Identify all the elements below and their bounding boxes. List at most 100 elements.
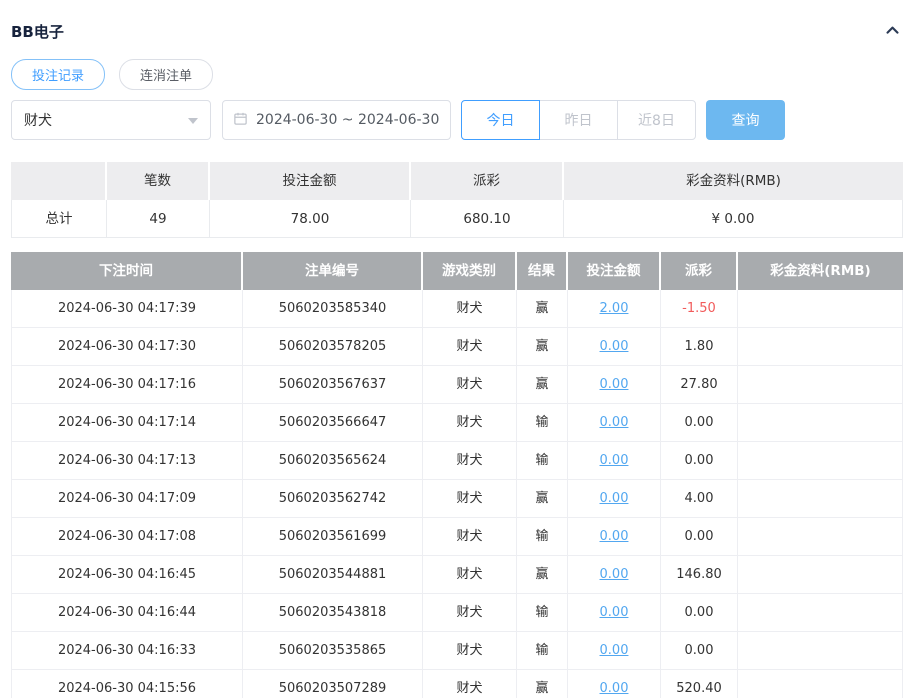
cell-bet-number: 5060203578205 — [243, 328, 423, 366]
cell-payout: 0.00 — [661, 594, 738, 632]
cell-result: 赢 — [517, 328, 568, 366]
search-button[interactable]: 查询 — [706, 100, 785, 140]
records-table-header: 下注时间 注单编号 游戏类别 结果 投注金额 派彩 彩金资料(RMB) — [11, 252, 903, 290]
tab-bet-records[interactable]: 投注记录 — [11, 59, 106, 90]
cell-game-type: 财犬 — [423, 366, 517, 404]
cell-payout: -1.50 — [661, 290, 738, 328]
cell-bonus — [738, 480, 903, 518]
cell-bonus — [738, 632, 903, 670]
cell-result: 赢 — [517, 556, 568, 594]
table-row: 2024-06-30 04:15:56 5060203507289 财犬 赢 0… — [11, 670, 903, 698]
quick-range-yesterday-button[interactable]: 昨日 — [539, 100, 618, 140]
bet-amount-link[interactable]: 2.00 — [600, 301, 629, 316]
cell-bet-amount: 0.00 — [568, 366, 661, 404]
bet-amount-link[interactable]: 0.00 — [600, 681, 629, 696]
table-row: 2024-06-30 04:17:09 5060203562742 财犬 赢 0… — [11, 480, 903, 518]
bet-amount-link[interactable]: 0.00 — [600, 377, 629, 392]
cell-bet-time: 2024-06-30 04:17:08 — [11, 518, 243, 556]
cell-bet-time: 2024-06-30 04:16:33 — [11, 632, 243, 670]
records-header-bet-time: 下注时间 — [11, 252, 243, 290]
summary-total-bonus: ¥ 0.00 — [564, 200, 903, 238]
date-range-value: 2024-06-30 ~ 2024-06-30 — [256, 112, 440, 128]
bet-amount-link[interactable]: 0.00 — [600, 605, 629, 620]
cell-game-type: 财犬 — [423, 632, 517, 670]
summary-header-payout: 派彩 — [411, 162, 564, 200]
cell-bonus — [738, 366, 903, 404]
records-table: 下注时间 注单编号 游戏类别 结果 投注金额 派彩 彩金资料(RMB) 2024… — [11, 252, 903, 698]
filter-bar: 财犬 2024-06-30 ~ 2024-06-30 今日 昨日 近8日 查询 — [11, 100, 903, 140]
quick-range-today-button[interactable]: 今日 — [461, 100, 540, 140]
cell-bet-time: 2024-06-30 04:16:44 — [11, 594, 243, 632]
cell-bonus — [738, 442, 903, 480]
cell-bonus — [738, 518, 903, 556]
summary-table-header: 笔数 投注金额 派彩 彩金资料(RMB) — [11, 162, 903, 200]
bet-amount-link[interactable]: 0.00 — [600, 643, 629, 658]
summary-total-count: 49 — [107, 200, 210, 238]
records-header-result: 结果 — [517, 252, 568, 290]
cell-result: 输 — [517, 442, 568, 480]
cell-result: 输 — [517, 518, 568, 556]
table-row: 2024-06-30 04:17:39 5060203585340 财犬 赢 2… — [11, 290, 903, 328]
cell-payout: 520.40 — [661, 670, 738, 698]
collapse-button[interactable] — [882, 22, 903, 42]
bet-amount-link[interactable]: 0.00 — [600, 567, 629, 582]
cell-game-type: 财犬 — [423, 404, 517, 442]
cell-payout: 27.80 — [661, 366, 738, 404]
bet-amount-link[interactable]: 0.00 — [600, 339, 629, 354]
cell-bet-number: 5060203535865 — [243, 632, 423, 670]
records-header-bet-amount: 投注金额 — [568, 252, 661, 290]
cell-payout: 0.00 — [661, 632, 738, 670]
table-row: 2024-06-30 04:16:33 5060203535865 财犬 输 0… — [11, 632, 903, 670]
cell-game-type: 财犬 — [423, 290, 517, 328]
cell-bet-number: 5060203565624 — [243, 442, 423, 480]
cell-game-type: 财犬 — [423, 670, 517, 698]
cell-bet-number: 5060203585340 — [243, 290, 423, 328]
cell-bet-amount: 0.00 — [568, 328, 661, 366]
bet-amount-link[interactable]: 0.00 — [600, 491, 629, 506]
tab-cancelled-bets[interactable]: 连消注单 — [119, 59, 214, 90]
records-table-body: 2024-06-30 04:17:39 5060203585340 财犬 赢 2… — [11, 290, 903, 698]
quick-range-last8days-button[interactable]: 近8日 — [617, 100, 696, 140]
chevron-up-icon — [884, 26, 901, 42]
bet-records-panel: BB电子 投注记录 连消注单 财犬 2024-06-30 ~ 2024-06-3… — [0, 0, 914, 698]
cell-bonus — [738, 328, 903, 366]
cell-result: 输 — [517, 594, 568, 632]
cell-bet-amount: 0.00 — [568, 442, 661, 480]
quick-range-group: 今日 昨日 近8日 — [461, 100, 696, 140]
cell-bonus — [738, 404, 903, 442]
cell-bonus — [738, 670, 903, 698]
cell-result: 输 — [517, 404, 568, 442]
summary-header-count: 笔数 — [107, 162, 210, 200]
cell-result: 赢 — [517, 366, 568, 404]
cell-result: 输 — [517, 632, 568, 670]
cell-bet-amount: 2.00 — [568, 290, 661, 328]
bet-amount-link[interactable]: 0.00 — [600, 415, 629, 430]
bet-amount-link[interactable]: 0.00 — [600, 529, 629, 544]
calendar-icon — [233, 111, 248, 130]
summary-total-row: 总计 49 78.00 680.10 ¥ 0.00 — [11, 200, 903, 238]
cell-bet-amount: 0.00 — [568, 670, 661, 698]
cell-bet-number: 5060203544881 — [243, 556, 423, 594]
cell-bonus — [738, 556, 903, 594]
date-range-picker[interactable]: 2024-06-30 ~ 2024-06-30 — [222, 100, 451, 140]
cell-bet-number: 5060203561699 — [243, 518, 423, 556]
cell-bet-time: 2024-06-30 04:16:45 — [11, 556, 243, 594]
cell-bet-time: 2024-06-30 04:17:14 — [11, 404, 243, 442]
cell-payout: 0.00 — [661, 442, 738, 480]
table-row: 2024-06-30 04:16:44 5060203543818 财犬 输 0… — [11, 594, 903, 632]
table-row: 2024-06-30 04:16:45 5060203544881 财犬 赢 0… — [11, 556, 903, 594]
cell-bet-time: 2024-06-30 04:17:09 — [11, 480, 243, 518]
summary-header-bet-amount: 投注金额 — [210, 162, 411, 200]
bet-amount-link[interactable]: 0.00 — [600, 453, 629, 468]
cell-bet-time: 2024-06-30 04:17:13 — [11, 442, 243, 480]
cell-bet-amount: 0.00 — [568, 556, 661, 594]
summary-total-label: 总计 — [11, 200, 107, 238]
cell-bet-number: 5060203507289 — [243, 670, 423, 698]
cell-bet-amount: 0.00 — [568, 518, 661, 556]
summary-total-payout: 680.10 — [411, 200, 564, 238]
cell-bet-time: 2024-06-30 04:15:56 — [11, 670, 243, 698]
game-select[interactable]: 财犬 — [11, 100, 211, 140]
table-row: 2024-06-30 04:17:14 5060203566647 财犬 输 0… — [11, 404, 903, 442]
summary-total-bet-amount: 78.00 — [210, 200, 411, 238]
cell-result: 赢 — [517, 290, 568, 328]
